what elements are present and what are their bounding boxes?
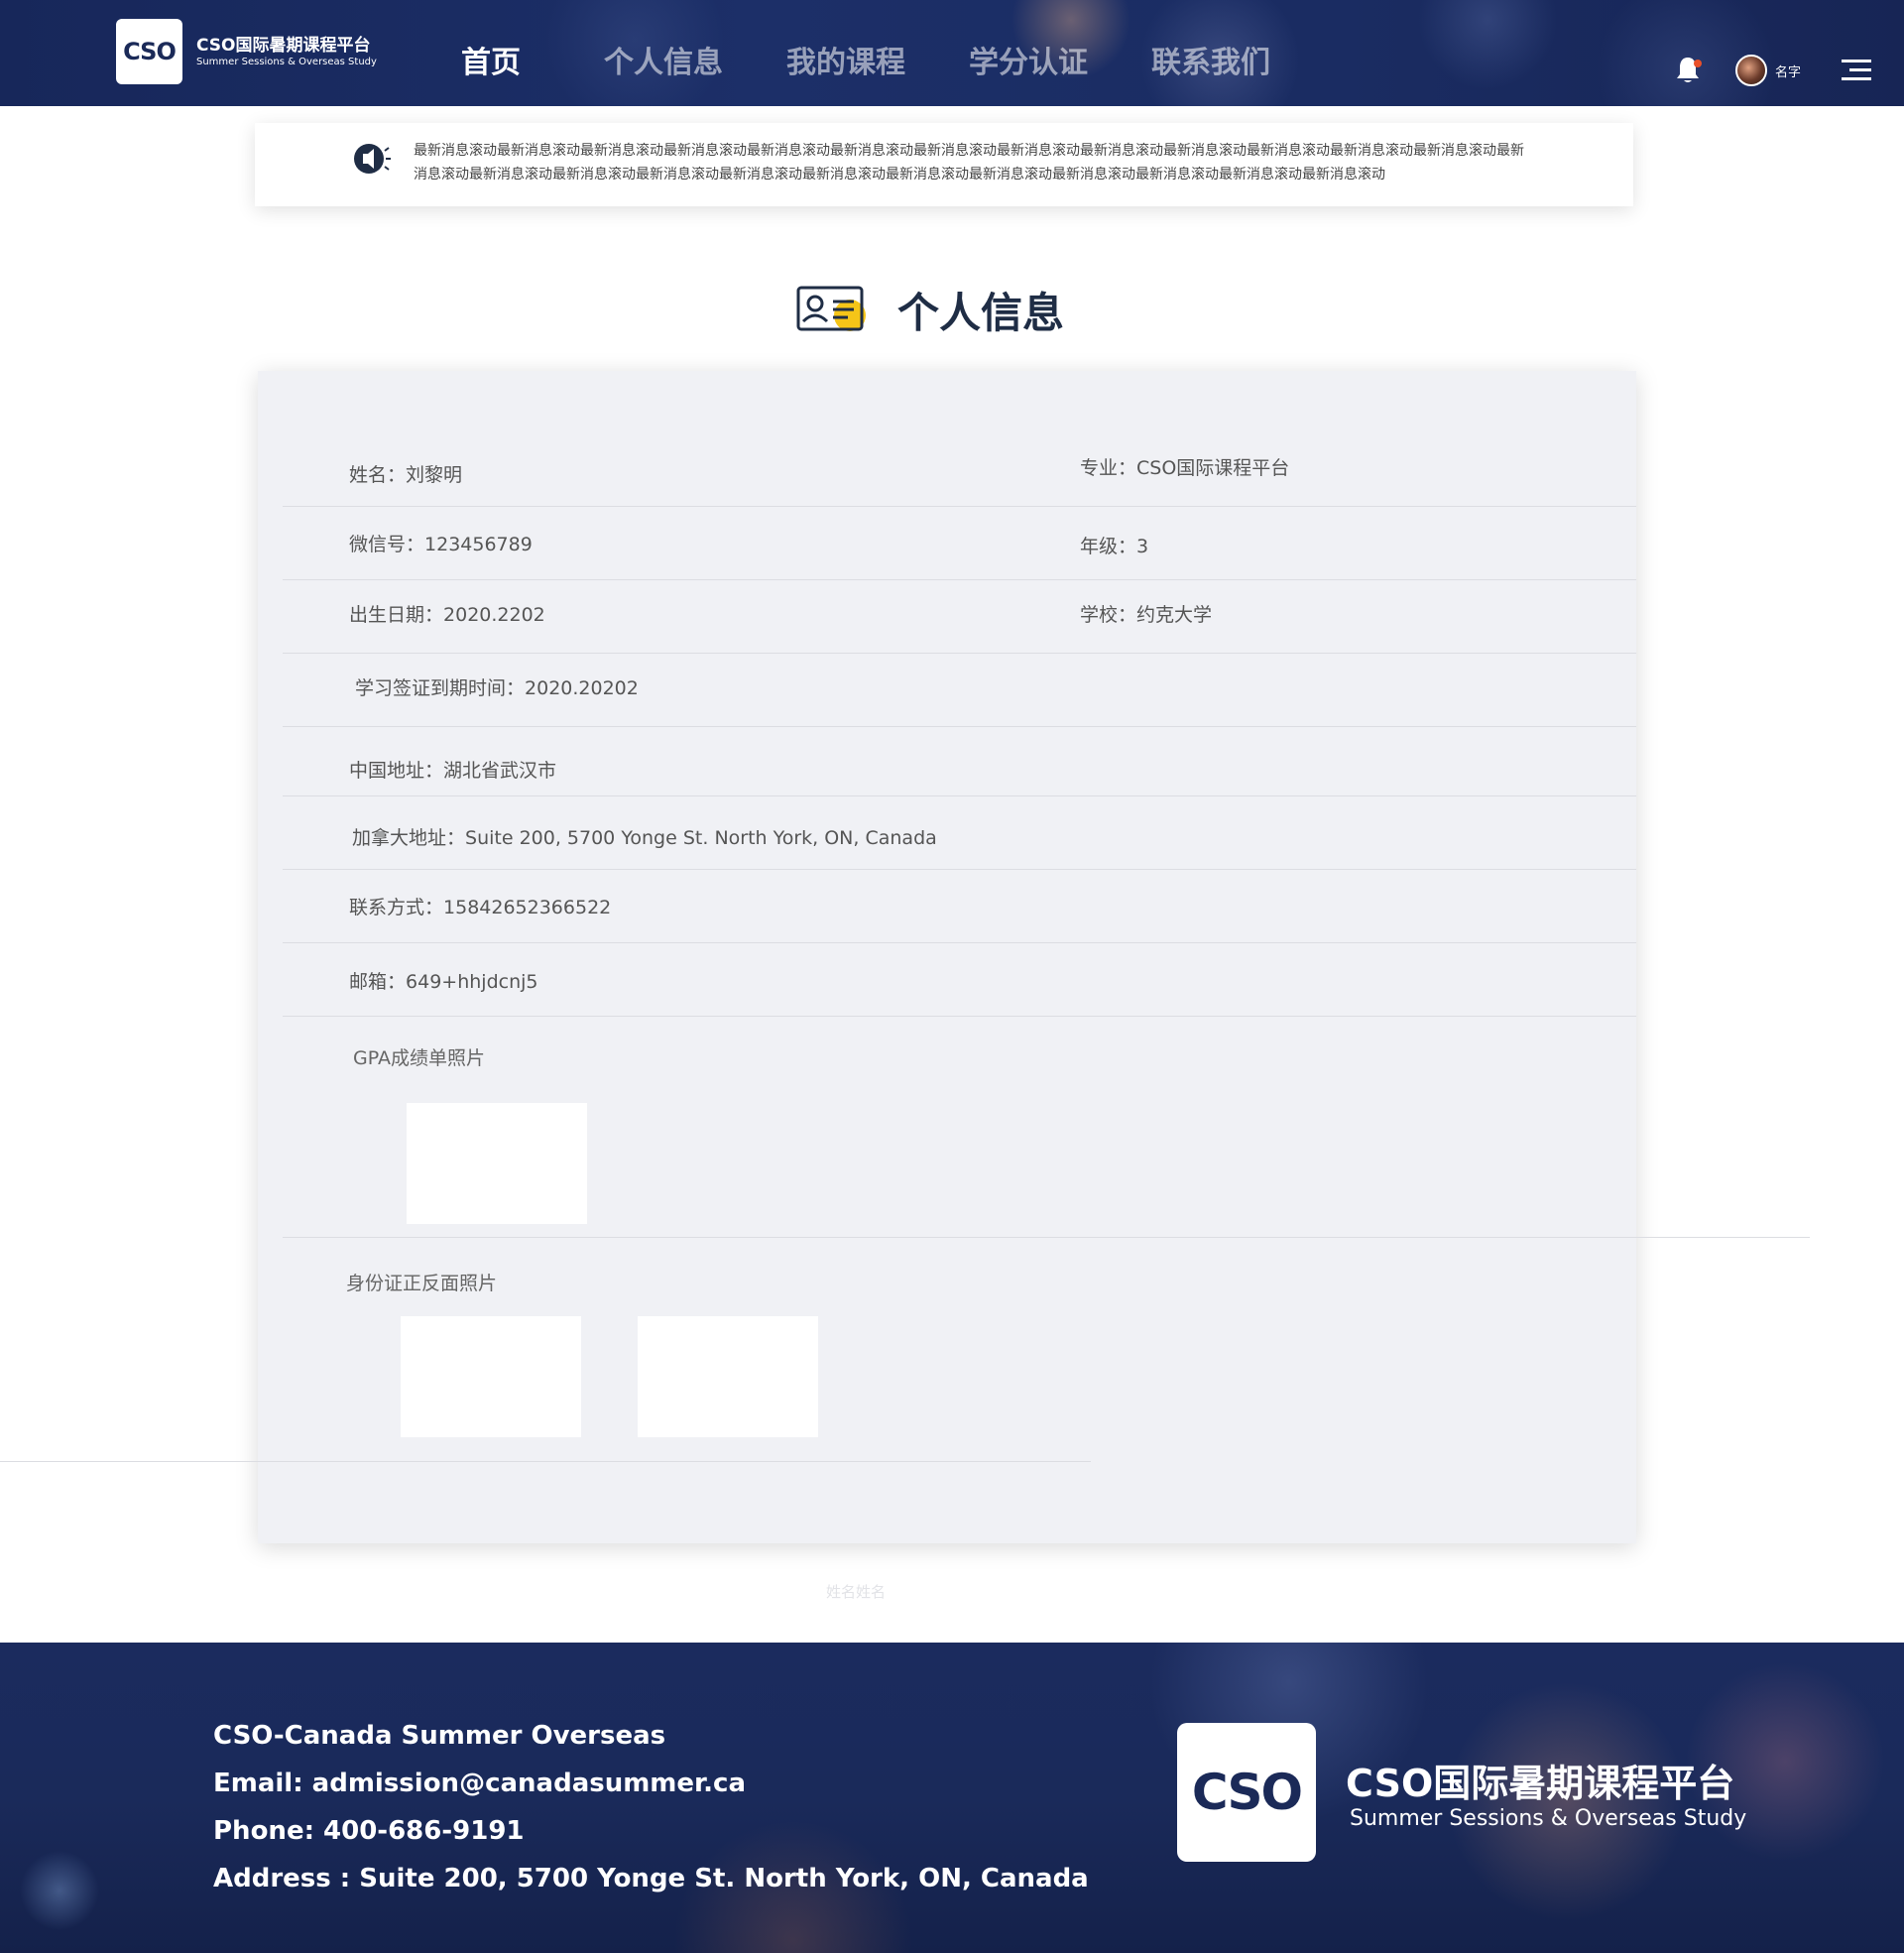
username[interactable]: 名字 [1775,61,1801,80]
name-value: 刘黎明 [406,464,463,486]
name-label: 姓名： [349,464,407,486]
contact-value: 15842652366522 [443,897,612,918]
footer-contact: CSO-Canada Summer Overseas Email: admiss… [213,1712,1089,1902]
major-value: CSO国际课程平台 [1136,457,1290,479]
footer-address: Address : Suite 200, 5700 Yonge St. Nort… [213,1864,1089,1893]
id-photo-label: 身份证正反面照片 [346,1273,498,1294]
main-nav: 首页 个人信息 我的课程 学分认证 联系我们 [461,44,1334,83]
logo-mark: CSO [123,38,177,65]
name-field: 姓名：刘黎明 [349,460,462,487]
id-card-icon [796,286,866,331]
school-value: 约克大学 [1136,604,1213,626]
visa-expiry-field: 学习签证到期时间：2020.20202 [355,673,639,700]
top-header: CSO CSO国际暑期课程平台 Summer Sessions & Overse… [0,0,1904,106]
avatar[interactable] [1735,55,1767,86]
wechat-field: 微信号：123456789 [349,530,533,556]
bottom-caption: 姓名姓名 [826,1583,887,1601]
canada-address-label: 加拿大地址： [352,827,466,849]
contact-label: 联系方式： [349,897,444,918]
gpa-photo[interactable] [407,1103,587,1224]
grade-field: 年级：3 [1080,532,1148,558]
footer-logo-text: CSO国际暑期课程平台 Summer Sessions & Overseas S… [1346,1762,1746,1833]
personal-info-card: 姓名：刘黎明 专业：CSO国际课程平台 微信号：123456789 年级：3 出… [258,371,1636,1543]
page-title: 个人信息 [897,288,1065,337]
email-field: 邮箱：649+hhjdcnj5 [349,967,537,994]
footer-company: CSO-Canada Summer Overseas [213,1721,666,1751]
news-ticker-text[interactable]: 最新消息滚动最新消息滚动最新消息滚动最新消息滚动最新消息滚动最新消息滚动最新消息… [414,139,1524,186]
nav-home[interactable]: 首页 [461,44,521,83]
grade-value: 3 [1136,536,1149,557]
footer-email[interactable]: Email: admission@canadasummer.ca [213,1760,1089,1807]
logo-text: CSO国际暑期课程平台 Summer Sessions & Overseas S… [196,36,377,68]
wechat-value: 123456789 [424,534,533,555]
nav-my-courses[interactable]: 我的课程 [786,44,905,83]
menu-icon[interactable] [1842,60,1873,81]
birth-date-label: 出生日期： [349,604,444,626]
footer-phone[interactable]: Phone: 400-686-9191 [213,1807,1089,1855]
logo-subtitle: Summer Sessions & Overseas Study [196,57,377,67]
section-header: 个人信息 [796,280,1064,339]
bell-icon[interactable] [1672,55,1704,86]
footer-logo-mark: CSO [1191,1764,1303,1821]
china-address-field: 中国地址：湖北省武汉市 [349,756,556,783]
nav-personal-info[interactable]: 个人信息 [604,44,723,83]
major-label: 专业： [1080,457,1137,479]
divider [283,1237,1810,1238]
china-address-value: 湖北省武汉市 [443,760,557,782]
nav-contact-us[interactable]: 联系我们 [1151,44,1270,83]
major-field: 专业：CSO国际课程平台 [1080,453,1289,480]
china-address-label: 中国地址： [349,760,444,782]
birth-date-field: 出生日期：2020.2202 [349,600,545,627]
canada-address-value: Suite 200, 5700 Yonge St. North York, ON… [465,827,937,849]
school-field: 学校：约克大学 [1080,600,1212,627]
divider [0,1461,1091,1462]
grade-label: 年级： [1080,536,1137,557]
visa-expiry-value: 2020.20202 [525,677,639,699]
birth-date-value: 2020.2202 [443,604,545,626]
gpa-photo-label: GPA成绩单照片 [353,1047,485,1069]
footer-logo: CSO [1177,1723,1316,1862]
footer-logo-subtitle: Summer Sessions & Overseas Study [1350,1806,1747,1831]
footer: CSO-Canada Summer Overseas Email: admiss… [0,1643,1904,1953]
wechat-label: 微信号： [349,534,425,555]
speaker-icon [354,144,391,174]
id-photo-front[interactable] [401,1316,581,1437]
email-value: 649+hhjdcnj5 [406,971,538,993]
news-ticker: 最新消息滚动最新消息滚动最新消息滚动最新消息滚动最新消息滚动最新消息滚动最新消息… [255,123,1633,206]
footer-logo-title: CSO国际暑期课程平台 [1346,1762,1735,1805]
id-photo-back[interactable] [638,1316,818,1437]
nav-credit-certification[interactable]: 学分认证 [969,44,1088,83]
school-label: 学校： [1080,604,1137,626]
info-row [283,371,1636,507]
canada-address-field: 加拿大地址：Suite 200, 5700 Yonge St. North Yo… [352,823,937,850]
contact-field: 联系方式：15842652366522 [349,893,611,919]
email-label: 邮箱： [349,971,407,993]
logo-title: CSO国际暑期课程平台 [196,36,371,56]
logo[interactable]: CSO [116,19,182,84]
visa-expiry-label: 学习签证到期时间： [355,677,526,699]
